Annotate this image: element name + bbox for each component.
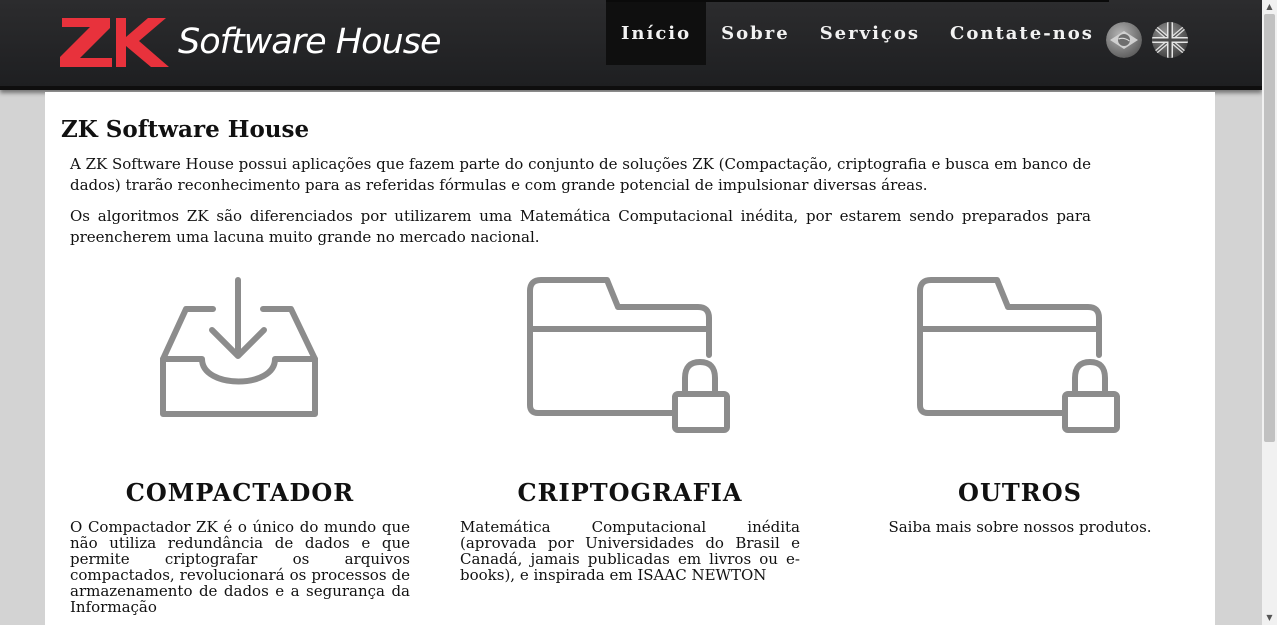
folder-lock-icon[interactable] (527, 277, 733, 433)
inbox-download-icon[interactable] (160, 277, 320, 417)
main-content: ZK Software House A ZK Software House po… (45, 92, 1215, 625)
language-switcher (1106, 22, 1188, 58)
uk-flag-icon[interactable] (1152, 22, 1188, 58)
scroll-up-arrow-icon[interactable]: ▲ (1262, 0, 1277, 14)
nav-servicos[interactable]: Serviços (805, 2, 935, 65)
feature-title: COMPACTADOR (125, 478, 355, 507)
folder-lock-icon[interactable] (917, 277, 1123, 433)
feature-criptografia: CRIPTOGRAFIA Matemática Computacional in… (460, 277, 800, 583)
zk-logo-icon (60, 18, 169, 67)
brand-text: Software House (178, 21, 441, 62)
scroll-thumb[interactable] (1264, 14, 1275, 442)
feature-compactador: COMPACTADOR O Compactador ZK é o único d… (70, 277, 410, 615)
nav-contate-nos[interactable]: Contate-nos (935, 2, 1109, 65)
intro-paragraph: A ZK Software House possui aplicações qu… (70, 155, 1091, 194)
feature-description: O Compactador ZK é o único do mundo que … (70, 518, 410, 616)
feature-outros: OUTROS Saiba mais sobre nossos produtos. (850, 277, 1190, 535)
feature-title: CRIPTOGRAFIA (517, 478, 743, 507)
nav-inicio[interactable]: Início (606, 2, 707, 65)
site-header: Software House Início Sobre Serviços Con… (0, 0, 1262, 90)
main-nav: Início Sobre Serviços Contate-nos (606, 0, 1109, 67)
vertical-scrollbar[interactable]: ▲ ▼ (1262, 0, 1277, 625)
algorithms-paragraph: Os algoritmos ZK são diferenciados por u… (70, 207, 1091, 246)
feature-description: Matemática Computacional inédita (aprova… (460, 518, 800, 584)
scroll-down-arrow-icon[interactable]: ▼ (1262, 611, 1277, 625)
brazil-flag-icon[interactable] (1106, 22, 1142, 58)
brand-logo[interactable]: Software House (60, 14, 441, 70)
feature-description[interactable]: Saiba mais sobre nossos produtos. (850, 519, 1190, 535)
page-title: ZK Software House (61, 116, 310, 143)
nav-sobre[interactable]: Sobre (706, 2, 805, 65)
feature-title: OUTROS (958, 478, 1082, 507)
